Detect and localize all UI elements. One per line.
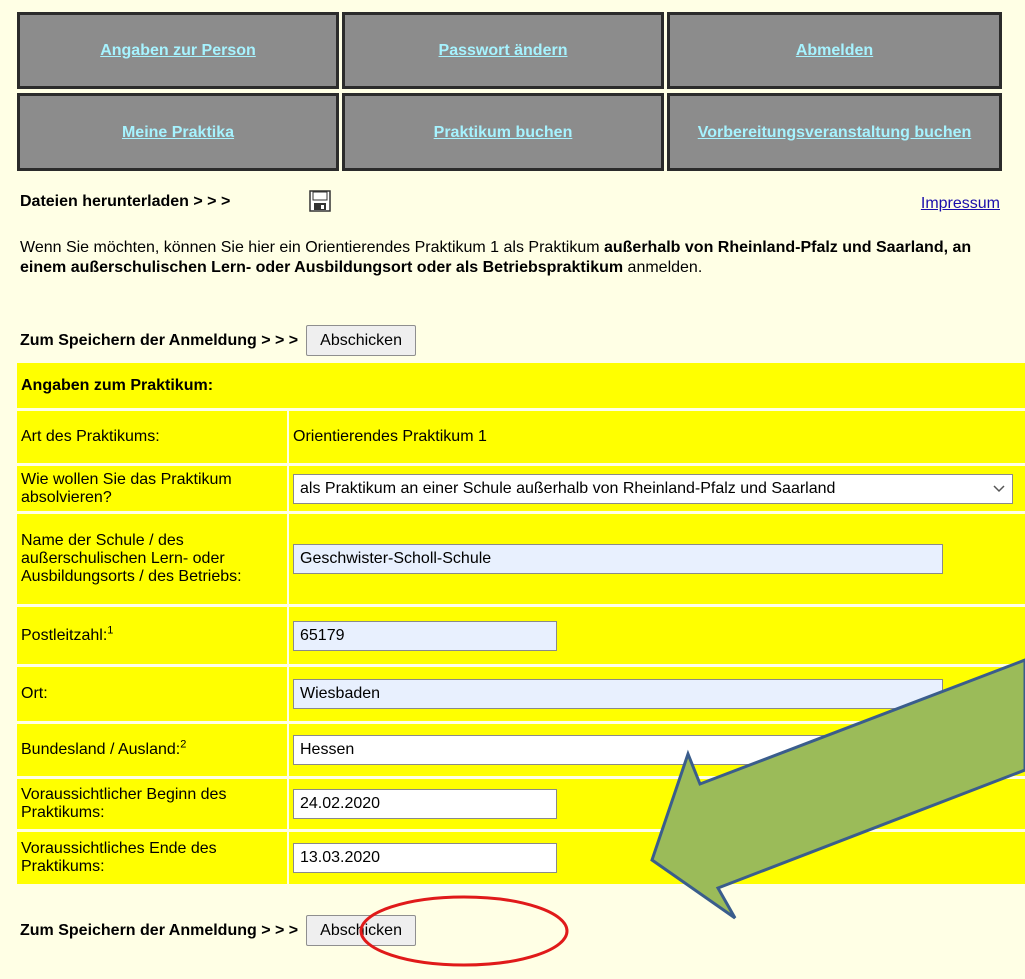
plz-input[interactable]: 65179 [293,620,557,651]
plz-footnote-mark: 1 [107,624,114,637]
form-row-land: Bundesland / Ausland:2 Hessen [17,724,1025,776]
school-label: Name der Schule / des außerschulischen L… [17,514,287,604]
submit-label-bottom: Zum Speichern der Anmeldung > > > [20,921,299,939]
mode-select-value: als Praktikum an einer Schule außerhalb … [300,479,836,497]
nav-link-meine-praktika[interactable]: Meine Praktika [112,122,244,143]
praktikum-form: Angaben zum Praktikum: Art des Praktikum… [17,360,1025,887]
plz-label: Postleitzahl:1 [17,607,287,664]
art-label: Art des Praktikums: [17,411,287,463]
main-navigation: Angaben zur Person Passwort ändern Abmel… [17,12,1002,172]
end-label: Voraussichtliches Ende des Praktikums: [17,832,287,884]
nav-link-abmelden[interactable]: Abmelden [786,40,883,61]
nav-cell-angaben-zur-person: Angaben zur Person [17,12,339,89]
intro-text-part1: Wenn Sie möchten, können Sie hier ein Or… [20,239,604,256]
submit-row-top: Zum Speichern der Anmeldung > > > Abschi… [20,325,416,356]
form-row-begin: Voraussichtlicher Beginn des Praktikums:… [17,779,1025,829]
chevron-down-icon [993,484,1005,492]
ort-input[interactable]: Wiesbaden [293,679,943,709]
floppy-disk-icon[interactable] [309,190,331,212]
plz-label-text: Postleitzahl: [21,626,108,644]
nav-link-vorbereitungsveranstaltung-buchen[interactable]: Vorbereitungsveranstaltung buchen [688,122,982,143]
form-row-art: Art des Praktikums: Orientierendes Prakt… [17,411,1025,463]
submit-label-top: Zum Speichern der Anmeldung > > > [20,331,299,349]
land-footnote-mark: 2 [180,738,187,751]
intro-text-part2: anmelden. [623,259,703,276]
land-label-text: Bundesland / Ausland: [21,741,181,758]
school-name-input[interactable]: Geschwister-Scholl-Schule [293,544,943,574]
impressum-link[interactable]: Impressum [921,195,1000,213]
form-row-plz: Postleitzahl:1 65179 [17,607,1025,664]
submit-row-bottom: Zum Speichern der Anmeldung > > > Abschi… [20,915,416,946]
form-row-end: Voraussichtliches Ende des Praktikums: 1… [17,832,1025,884]
form-section-title: Angaben zum Praktikum: [21,376,214,394]
form-row-school: Name der Schule / des außerschulischen L… [17,514,1025,604]
form-section-cell: Angaben zum Praktikum: [17,363,1025,408]
bundesland-select[interactable]: Hessen [293,735,937,765]
intro-text: Wenn Sie möchten, können Sie hier ein Or… [20,238,980,278]
end-cell: 13.03.2020 [289,832,1025,884]
begin-cell: 24.02.2020 [289,779,1025,829]
form-section-row: Angaben zum Praktikum: [17,363,1025,408]
end-date-input[interactable]: 13.03.2020 [293,843,557,873]
mode-label: Wie wollen Sie das Praktikum absolvieren… [17,466,287,511]
school-cell: Geschwister-Scholl-Schule [289,514,1025,604]
land-label: Bundesland / Ausland:2 [17,724,287,776]
ort-label: Ort: [17,667,287,721]
nav-link-angaben-zur-person[interactable]: Angaben zur Person [90,40,266,61]
form-row-mode: Wie wollen Sie das Praktikum absolvieren… [17,466,1025,511]
art-value: Orientierendes Praktikum 1 [289,411,1025,463]
land-cell: Hessen [289,724,1025,776]
nav-cell-vorbereitungsveranstaltung-buchen: Vorbereitungsveranstaltung buchen [667,93,1002,171]
nav-cell-passwort-aendern: Passwort ändern [342,12,664,89]
form-row-ort: Ort: Wiesbaden [17,667,1025,721]
ort-cell: Wiesbaden [289,667,1025,721]
downloads-label: Dateien herunterladen > > > [20,193,231,210]
nav-cell-praktikum-buchen: Praktikum buchen [342,93,664,171]
chevron-down-icon [917,746,929,754]
nav-cell-abmelden: Abmelden [667,12,1002,89]
mode-select[interactable]: als Praktikum an einer Schule außerhalb … [293,473,1013,504]
mode-cell: als Praktikum an einer Schule außerhalb … [289,466,1025,511]
bundesland-select-value: Hessen [300,741,355,758]
plz-cell: 65179 [289,607,1025,664]
begin-date-input[interactable]: 24.02.2020 [293,789,557,819]
nav-link-praktikum-buchen[interactable]: Praktikum buchen [424,122,583,143]
submit-button-bottom[interactable]: Abschicken [306,915,416,946]
begin-label: Voraussichtlicher Beginn des Praktikums: [17,779,287,829]
nav-link-passwort-aendern[interactable]: Passwort ändern [429,40,578,61]
submit-button-top[interactable]: Abschicken [306,325,416,356]
nav-cell-meine-praktika: Meine Praktika [17,93,339,171]
